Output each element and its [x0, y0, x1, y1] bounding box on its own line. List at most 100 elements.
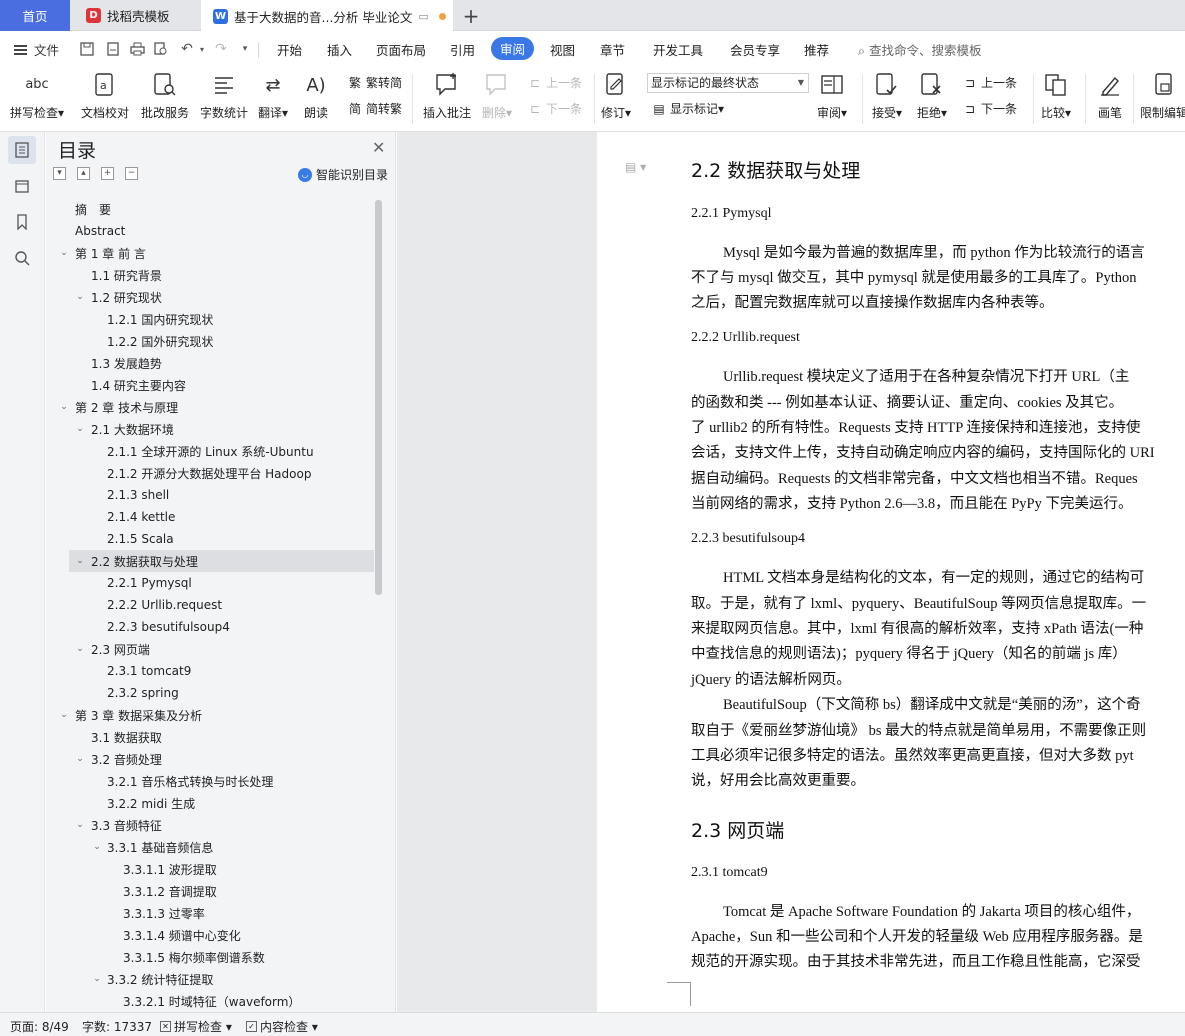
toc-item[interactable]: 1.2.2 国外研究现状: [46, 330, 374, 352]
menu-chapter[interactable]: 章节: [600, 40, 625, 59]
chevron-down-icon[interactable]: ⌄: [58, 710, 70, 720]
accept-button[interactable]: 接受▾: [872, 70, 902, 121]
toc-item[interactable]: 3.3.2.1 时域特征（waveform）: [46, 990, 374, 1009]
menu-insert[interactable]: 插入: [327, 40, 352, 59]
export-pdf-icon[interactable]: [104, 40, 122, 58]
menu-review[interactable]: 审阅: [491, 37, 535, 60]
prev-change-button[interactable]: ⊐ 上一条: [962, 74, 1017, 91]
undo-dropdown-icon[interactable]: ▾: [193, 40, 211, 58]
toc-item[interactable]: 2.2.2 Urllib.request: [46, 594, 374, 616]
chevron-down-icon[interactable]: ⌄: [58, 248, 70, 258]
toc-item[interactable]: 3.3.1.1 波形提取: [46, 858, 374, 880]
toc-item[interactable]: ⌄ 1.2 研究现状: [46, 286, 374, 308]
show-markup-button[interactable]: ▤ 显示标记 ▾: [651, 100, 724, 117]
toc-item[interactable]: 2.2.1 Pymysql: [46, 572, 374, 594]
toc-item[interactable]: 3.3.1.3 过零率: [46, 902, 374, 924]
toc-item[interactable]: Abstract: [46, 220, 374, 242]
chevron-down-icon[interactable]: ⌄: [74, 424, 86, 434]
save-icon[interactable]: [78, 40, 96, 58]
restrict-edit-button[interactable]: 限制编辑: [1140, 70, 1185, 121]
quick-access-more-icon[interactable]: ▾: [236, 40, 254, 58]
toc-item[interactable]: 2.2.3 besutifulsoup4: [46, 616, 374, 638]
toc-item[interactable]: 1.3 发展趋势: [46, 352, 374, 374]
chevron-down-icon[interactable]: ⌄: [74, 644, 86, 654]
pen-button[interactable]: 画笔: [1096, 70, 1124, 121]
file-menu[interactable]: 文件: [14, 40, 59, 59]
tab-home[interactable]: 首页: [0, 0, 70, 31]
bookmark-icon[interactable]: [8, 208, 36, 236]
toc-item[interactable]: 3.3.1.5 梅尔频率倒谱系数: [46, 946, 374, 968]
toc-item[interactable]: ⌄ 第 1 章 前 言: [46, 242, 374, 264]
read-aloud-button[interactable]: A) 朗读: [302, 70, 330, 121]
toc-nav-icon[interactable]: [8, 136, 36, 164]
toc-item[interactable]: ⌄ 2.2 数据获取与处理: [69, 550, 374, 572]
toc-item[interactable]: 1.1 研究背景: [46, 264, 374, 286]
toc-item[interactable]: 1.4 研究主要内容: [46, 374, 374, 396]
toc-item[interactable]: ⌄ 3.3 音频特征: [46, 814, 374, 836]
toc-item[interactable]: ⌄ 2.3 网页端: [46, 638, 374, 660]
toc-item[interactable]: 2.1.5 Scala: [46, 528, 374, 550]
print-icon[interactable]: [128, 40, 146, 58]
new-tab-button[interactable]: +: [458, 3, 484, 29]
content-check-status[interactable]: ✓ 内容检查 ▾: [246, 1018, 318, 1035]
toc-item[interactable]: 2.1.2 开源分大数据处理平台 Hadoop: [46, 462, 374, 484]
command-search[interactable]: ⌕ 查找命令、搜索模板: [858, 40, 982, 59]
monitor-icon[interactable]: ▭: [418, 10, 428, 23]
tab-document[interactable]: W 基于大数据的音...分析 毕业论文 ▭: [201, 0, 453, 32]
toc-item[interactable]: 摘 要: [46, 198, 374, 220]
expand-level-icon[interactable]: ▴: [77, 167, 90, 180]
revise-button[interactable]: 修订▾: [601, 70, 631, 121]
collapse-all-icon[interactable]: ▾: [53, 167, 66, 180]
toc-item[interactable]: ⌄ 第 3 章 数据采集及分析: [46, 704, 374, 726]
delete-comment-button[interactable]: 删除▾: [482, 70, 512, 121]
menu-references[interactable]: 引用: [450, 40, 475, 59]
insert-comment-button[interactable]: 插入批注: [423, 70, 471, 121]
menu-page-layout[interactable]: 页面布局: [376, 40, 426, 59]
next-comment-button[interactable]: ⊏ 下一条: [527, 100, 582, 117]
simp-to-trad-button[interactable]: 简简转繁: [347, 100, 402, 117]
page-options-icon[interactable]: ▤ ▾: [625, 160, 646, 174]
trad-to-simp-button[interactable]: 繁繁转简: [347, 74, 402, 91]
toc-item[interactable]: 2.3.1 tomcat9: [46, 660, 374, 682]
prev-comment-button[interactable]: ⊏ 上一条: [527, 74, 582, 91]
print-preview-icon[interactable]: [152, 40, 170, 58]
remove-heading-icon[interactable]: −: [125, 167, 138, 180]
toc-item[interactable]: 3.2.1 音乐格式转换与时长处理: [46, 770, 374, 792]
chevron-down-icon[interactable]: ⌄: [74, 556, 86, 566]
chevron-down-icon[interactable]: ⌄: [74, 754, 86, 764]
add-heading-icon[interactable]: +: [101, 167, 114, 180]
toc-item[interactable]: 2.1.4 kettle: [46, 506, 374, 528]
toc-item[interactable]: 3.3.1.4 频谱中心变化: [46, 924, 374, 946]
menu-membership[interactable]: 会员专享: [730, 40, 780, 59]
menu-start[interactable]: 开始: [277, 40, 302, 59]
menu-developer[interactable]: 开发工具: [653, 40, 703, 59]
redo-icon[interactable]: ↷: [212, 40, 230, 58]
toc-item[interactable]: 3.3.1.2 音调提取: [46, 880, 374, 902]
word-count-indicator[interactable]: 字数: 17337: [82, 1018, 152, 1035]
batch-service-button[interactable]: 批改服务: [141, 70, 189, 121]
reject-button[interactable]: 拒绝▾: [917, 70, 947, 121]
spellcheck-button[interactable]: abc 拼写检查▾: [10, 70, 64, 121]
toc-item[interactable]: ⌄ 2.1 大数据环境: [46, 418, 374, 440]
menu-recommend[interactable]: 推荐: [804, 40, 829, 59]
review-pane-button[interactable]: 审阅▾: [817, 70, 847, 121]
chevron-down-icon[interactable]: ⌄: [91, 842, 103, 852]
word-count-button[interactable]: 字数统计: [200, 70, 248, 121]
compare-button[interactable]: 比较▾: [1041, 70, 1071, 121]
toc-item[interactable]: ⌄ 3.3.2 统计特征提取: [46, 968, 374, 990]
toc-item[interactable]: 3.1 数据获取: [46, 726, 374, 748]
chapter-nav-icon[interactable]: [8, 172, 36, 200]
toc-item[interactable]: ⌄ 第 2 章 技术与原理: [46, 396, 374, 418]
display-mode-select[interactable]: 显示标记的最终状态 ▼: [647, 73, 809, 93]
toc-item[interactable]: 1.2.1 国内研究现状: [46, 308, 374, 330]
document-page[interactable]: ▤ ▾ 2.2 数据获取与处理 2.2.1 Pymysql Mysql 是如今最…: [597, 132, 1185, 1012]
toc-item[interactable]: ⌄ 3.3.1 基础音频信息: [46, 836, 374, 858]
chevron-down-icon[interactable]: ⌄: [74, 292, 86, 302]
tab-template[interactable]: D 找稻壳模板: [74, 0, 198, 31]
chevron-down-icon[interactable]: ⌄: [74, 820, 86, 830]
page-indicator[interactable]: 页面: 8/49: [10, 1018, 69, 1035]
toc-scrollbar[interactable]: [375, 200, 382, 595]
next-change-button[interactable]: ⊐ 下一条: [962, 100, 1017, 117]
chevron-down-icon[interactable]: ⌄: [58, 402, 70, 412]
toc-item[interactable]: 2.1.3 shell: [46, 484, 374, 506]
